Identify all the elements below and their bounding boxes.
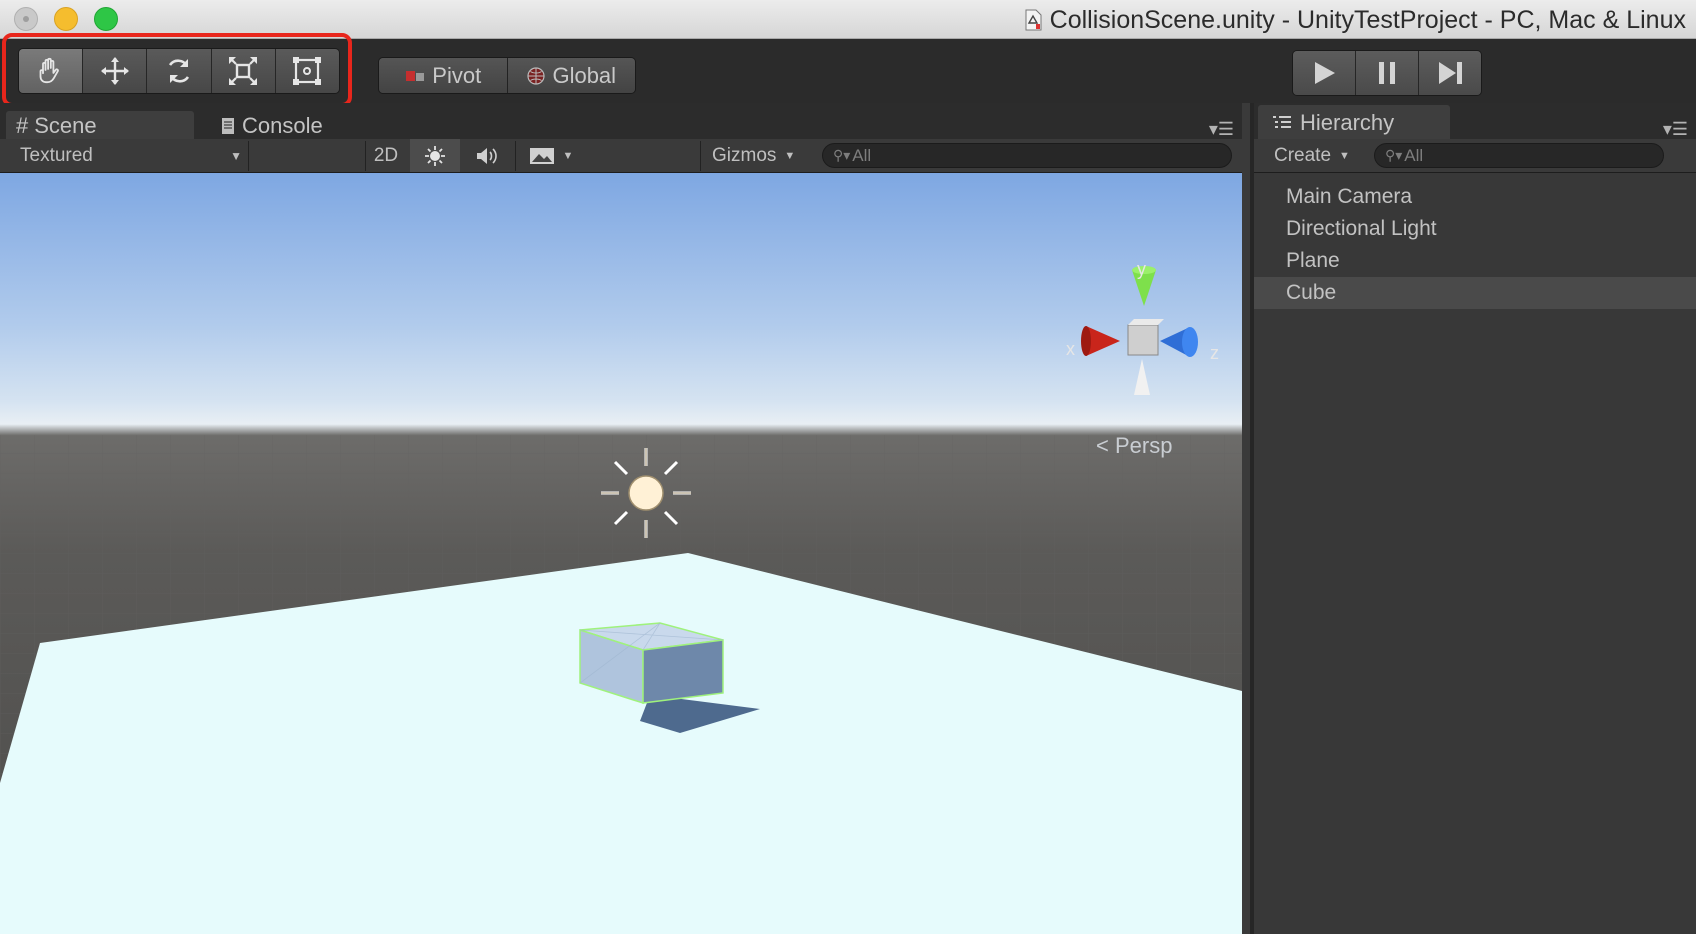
2d-toggle-button[interactable]: 2D: [365, 139, 407, 172]
step-button[interactable]: [1419, 51, 1481, 95]
gizmos-dropdown[interactable]: Gizmos ▼: [712, 139, 802, 172]
window-minimize-button[interactable]: [54, 7, 78, 31]
chevron-down-icon: ▼: [230, 148, 242, 163]
chevron-left-icon: <: [1096, 433, 1109, 458]
pause-icon: [1379, 62, 1395, 84]
create-label: Create: [1274, 144, 1332, 166]
window-zoom-button[interactable]: [94, 7, 118, 31]
play-button[interactable]: [1293, 51, 1356, 95]
scene-viewport[interactable]: y x z < Persp: [0, 173, 1242, 934]
scene-panel: # Scene Console ▾☰ Textured ▼ 2D ▼ Gizmo…: [0, 103, 1242, 934]
pivot-global-group: Pivot Global: [378, 57, 636, 94]
tab-scene[interactable]: # Scene: [6, 111, 194, 141]
shading-mode-dropdown[interactable]: Textured ▼: [20, 139, 242, 172]
chevron-down-icon: ▼: [1339, 149, 1350, 162]
hierarchy-search-placeholder: All: [1404, 145, 1424, 165]
axis-y-label: y: [1137, 259, 1146, 279]
pause-button[interactable]: [1356, 51, 1419, 95]
tab-console[interactable]: Console: [210, 111, 333, 141]
tab-hierarchy-label: Hierarchy: [1300, 110, 1395, 135]
scene-search-placeholder: All: [852, 145, 872, 165]
hierarchy-toolbar: Create ▼ ⚲▾ All: [1254, 139, 1696, 173]
scene-audio-toggle[interactable]: [462, 139, 512, 172]
list-item[interactable]: Cube: [1254, 277, 1696, 309]
grid-hash-icon: #: [16, 113, 29, 138]
list-item[interactable]: Plane: [1254, 245, 1696, 277]
shading-mode-label: Textured: [20, 144, 93, 166]
unity-scene-file-icon: [1025, 9, 1042, 31]
pivot-toggle-button[interactable]: Pivot: [379, 58, 508, 93]
hierarchy-list: Main Camera Directional Light Plane Cube: [1254, 181, 1696, 309]
hierarchy-search-input[interactable]: ⚲▾ All: [1374, 143, 1664, 168]
orientation-gizmo[interactable]: [1081, 266, 1198, 395]
scene-effects-dropdown[interactable]: ▼: [520, 139, 582, 172]
globe-icon: [527, 66, 546, 85]
image-effects-icon: [529, 147, 554, 164]
global-label: Global: [552, 62, 617, 88]
axis-z-label: z: [1210, 343, 1219, 363]
chevron-down-icon: ▼: [784, 149, 796, 162]
perspective-toggle[interactable]: < Persp: [1096, 433, 1172, 459]
scene-lighting-toggle[interactable]: [410, 139, 460, 172]
window-title: CollisionScene.unity - UnityTestProject …: [1024, 6, 1686, 35]
scene-view-toolbar: Textured ▼ 2D ▼ Gizmos ▼ ⚲▾ All: [0, 139, 1242, 173]
chevron-down-icon: ▼: [562, 149, 574, 162]
step-icon: [1439, 62, 1462, 84]
persp-label: Persp: [1114, 433, 1173, 458]
list-item[interactable]: Main Camera: [1254, 181, 1696, 213]
panel-menu-icon[interactable]: ▾☰: [1209, 119, 1234, 140]
hierarchy-tabbar: Hierarchy ▾☰: [1254, 103, 1696, 141]
pivot-label: Pivot: [432, 62, 482, 88]
speaker-icon: [477, 147, 497, 164]
panel-menu-icon[interactable]: ▾☰: [1663, 119, 1688, 140]
tab-scene-label: Scene: [34, 113, 97, 138]
playback-controls: [1292, 50, 1482, 96]
scene-tabbar: # Scene Console ▾☰: [0, 103, 1242, 141]
scene-render: [0, 266, 1242, 934]
console-icon: [222, 118, 234, 134]
gizmos-label: Gizmos: [712, 144, 777, 166]
tab-hierarchy[interactable]: Hierarchy: [1258, 105, 1450, 141]
tools-highlight-annotation: [2, 33, 352, 107]
sun-icon: [425, 145, 445, 166]
play-icon: [1315, 62, 1335, 84]
pivot-icon: [406, 70, 425, 81]
list-item[interactable]: Directional Light: [1254, 213, 1696, 245]
scene-search-input[interactable]: ⚲▾ All: [822, 143, 1232, 168]
search-icon: ⚲▾: [1385, 147, 1403, 163]
tab-console-label: Console: [242, 113, 323, 138]
list-icon: [1273, 116, 1291, 128]
window-close-button[interactable]: [14, 7, 38, 31]
2d-label: 2D: [373, 144, 399, 166]
search-icon: ⚲▾: [833, 147, 851, 163]
create-dropdown[interactable]: Create ▼: [1274, 139, 1364, 172]
window-title-text: CollisionScene.unity - UnityTestProject …: [1049, 6, 1686, 34]
global-toggle-button[interactable]: Global: [507, 58, 635, 93]
axis-x-label: x: [1066, 339, 1075, 359]
hierarchy-panel: Hierarchy ▾☰ Create ▼ ⚲▾ All Main Camera…: [1250, 103, 1696, 934]
